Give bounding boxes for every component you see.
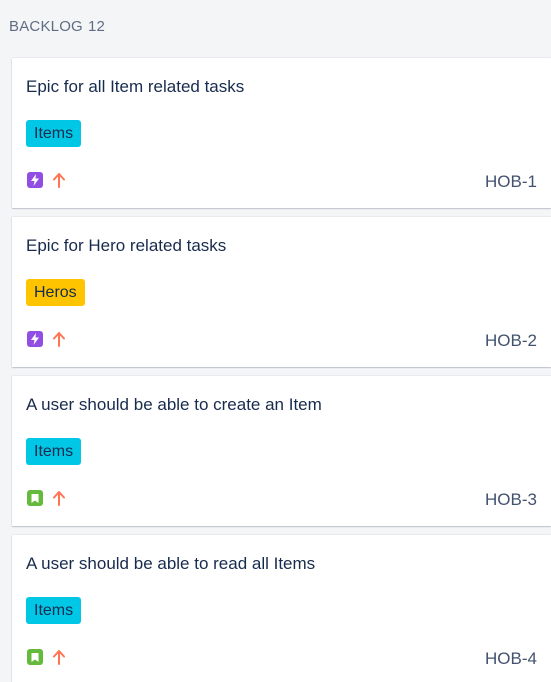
card-footer-icons [27, 649, 66, 665]
card-list: Epic for all Item related tasks Items HO… [0, 58, 551, 682]
column-issue-count: 12 [87, 17, 106, 35]
issue-key[interactable]: HOB-3 [485, 490, 537, 510]
story-bookmark-icon [27, 490, 43, 506]
issue-card[interactable]: Epic for Hero related tasks Heros HOB-2 [12, 217, 551, 367]
column-title: BACKLOG [9, 17, 83, 35]
issue-summary: A user should be able to read all Items [26, 554, 316, 573]
issue-summary: Epic for Hero related tasks [26, 236, 227, 255]
epic-lightning-icon [27, 331, 43, 347]
story-bookmark-icon [27, 649, 43, 665]
card-footer-icons [27, 172, 66, 188]
priority-arrow-up-icon [52, 490, 66, 506]
card-footer-icons [27, 490, 66, 506]
issue-summary: Epic for all Item related tasks [26, 77, 245, 96]
label-badge[interactable]: Items [26, 438, 82, 465]
label-badge[interactable]: Items [26, 120, 82, 147]
priority-arrow-up-icon [52, 331, 66, 347]
backlog-column: BACKLOG 12 Epic for all Item related tas… [0, 0, 551, 682]
issue-key[interactable]: HOB-1 [485, 172, 537, 192]
card-footer-icons [27, 331, 66, 347]
priority-arrow-up-icon [52, 172, 66, 188]
epic-lightning-icon [27, 172, 43, 188]
issue-summary: A user should be able to create an Item [26, 395, 322, 414]
issue-card[interactable]: Epic for all Item related tasks Items HO… [12, 58, 551, 208]
column-header: BACKLOG 12 [0, 0, 551, 52]
issue-key[interactable]: HOB-2 [485, 331, 537, 351]
label-badge[interactable]: Heros [26, 279, 85, 306]
priority-arrow-up-icon [52, 649, 66, 665]
issue-card[interactable]: A user should be able to read all Items … [12, 535, 551, 682]
issue-card[interactable]: A user should be able to create an Item … [12, 376, 551, 526]
label-badge[interactable]: Items [26, 597, 82, 624]
issue-key[interactable]: HOB-4 [485, 649, 537, 669]
